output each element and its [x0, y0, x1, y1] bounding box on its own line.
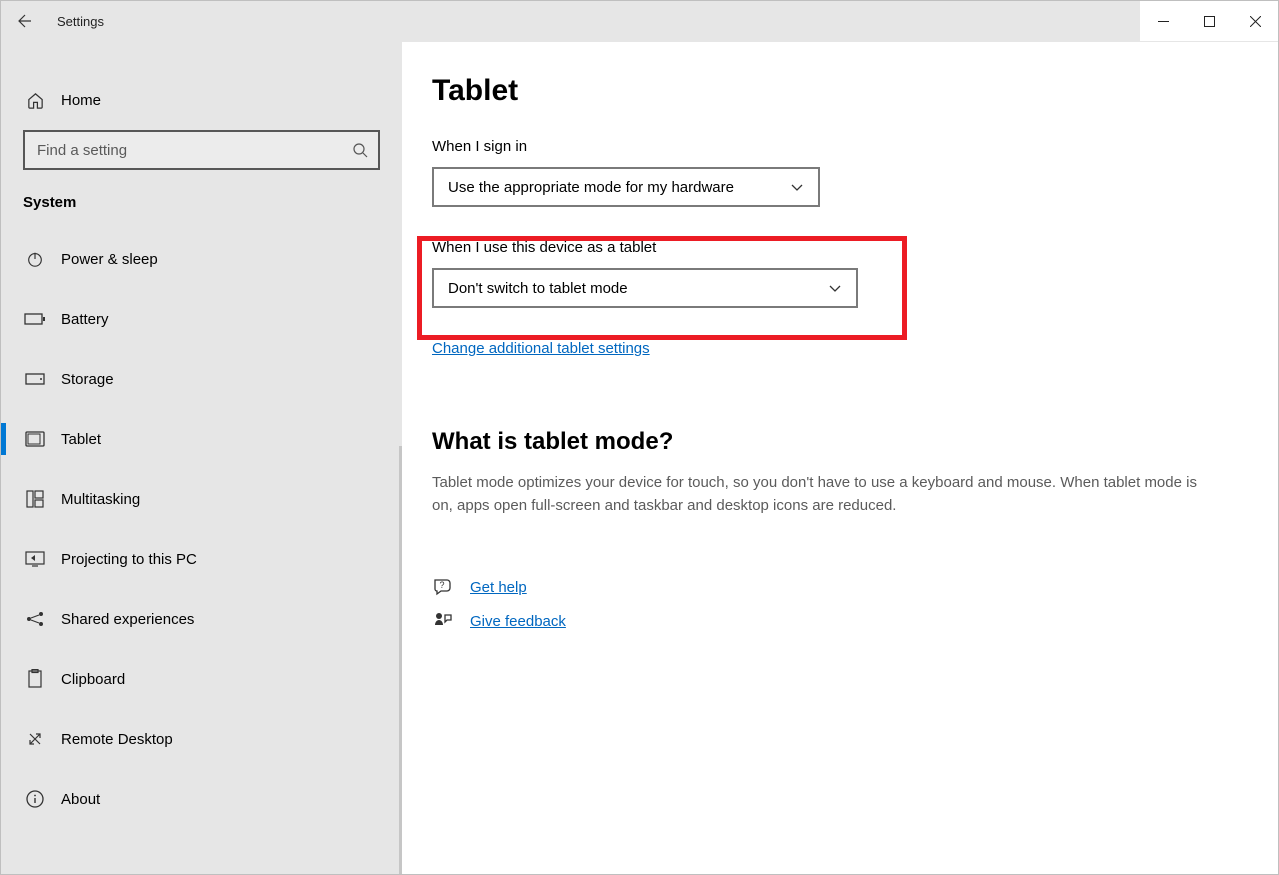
chevron-down-icon: [790, 182, 804, 192]
help-icon: ?: [432, 577, 454, 597]
minimize-icon: [1158, 16, 1169, 27]
window-title: Settings: [49, 14, 104, 29]
sidebar-item-storage[interactable]: Storage: [1, 349, 402, 409]
search-input[interactable]: [23, 130, 380, 170]
sidebar-item-multitasking[interactable]: Multitasking: [1, 469, 402, 529]
sidebar-item-label: Remote Desktop: [61, 731, 173, 748]
clipboard-icon: [23, 667, 47, 691]
change-tablet-settings-link[interactable]: Change additional tablet settings: [432, 340, 650, 357]
close-button[interactable]: [1232, 1, 1278, 41]
sidebar-item-tablet[interactable]: Tablet: [1, 409, 402, 469]
chevron-down-icon: [828, 283, 842, 293]
maximize-icon: [1204, 16, 1215, 27]
back-button[interactable]: [1, 13, 49, 29]
sidebar-section-header: System: [1, 194, 402, 211]
minimize-button[interactable]: [1140, 1, 1186, 41]
sidebar-home[interactable]: Home: [1, 70, 402, 130]
content-pane: Tablet When I sign in Use the appropriat…: [402, 42, 1278, 874]
sidebar-item-label: Power & sleep: [61, 251, 158, 268]
shared-icon: [23, 607, 47, 631]
sidebar-scrollbar[interactable]: [399, 446, 402, 874]
tablet-use-select-value: Don't switch to tablet mode: [448, 280, 628, 297]
sidebar-item-label: About: [61, 791, 100, 808]
search-icon: [352, 142, 368, 158]
titlebar: Settings: [1, 1, 1278, 42]
sidebar-item-shared[interactable]: Shared experiences: [1, 589, 402, 649]
sidebar-item-power-sleep[interactable]: Power & sleep: [1, 229, 402, 289]
sidebar-item-label: Tablet: [61, 431, 101, 448]
signin-label: When I sign in: [432, 138, 1240, 155]
sidebar: Home System Power & sleep Battery: [1, 42, 402, 874]
sidebar-item-clipboard[interactable]: Clipboard: [1, 649, 402, 709]
sidebar-item-about[interactable]: About: [1, 769, 402, 829]
sidebar-item-battery[interactable]: Battery: [1, 289, 402, 349]
tablet-icon: [23, 427, 47, 451]
sidebar-home-label: Home: [61, 92, 101, 109]
page-title: Tablet: [432, 74, 1240, 108]
sidebar-item-remote[interactable]: Remote Desktop: [1, 709, 402, 769]
signin-select-value: Use the appropriate mode for my hardware: [448, 179, 734, 196]
battery-icon: [23, 307, 47, 331]
what-is-body: Tablet mode optimizes your device for to…: [432, 472, 1212, 517]
projecting-icon: [23, 547, 47, 571]
maximize-button[interactable]: [1186, 1, 1232, 41]
signin-select[interactable]: Use the appropriate mode for my hardware: [432, 167, 820, 207]
remote-icon: [23, 727, 47, 751]
feedback-icon: [432, 611, 454, 631]
power-icon: [23, 247, 47, 271]
sidebar-item-label: Clipboard: [61, 671, 125, 688]
home-icon: [23, 88, 47, 112]
sidebar-item-label: Storage: [61, 371, 114, 388]
get-help-link[interactable]: Get help: [470, 579, 527, 596]
sidebar-item-label: Multitasking: [61, 491, 140, 508]
svg-text:?: ?: [439, 580, 444, 590]
tablet-use-label: When I use this device as a tablet: [432, 239, 1240, 256]
sidebar-item-label: Shared experiences: [61, 611, 194, 628]
close-icon: [1250, 16, 1261, 27]
tablet-use-select[interactable]: Don't switch to tablet mode: [432, 268, 858, 308]
give-feedback-link[interactable]: Give feedback: [470, 613, 566, 630]
storage-icon: [23, 367, 47, 391]
arrow-left-icon: [17, 13, 33, 29]
sidebar-item-label: Battery: [61, 311, 109, 328]
sidebar-item-label: Projecting to this PC: [61, 551, 197, 568]
about-icon: [23, 787, 47, 811]
sidebar-item-projecting[interactable]: Projecting to this PC: [1, 529, 402, 589]
what-is-heading: What is tablet mode?: [432, 428, 1240, 456]
multitasking-icon: [23, 487, 47, 511]
